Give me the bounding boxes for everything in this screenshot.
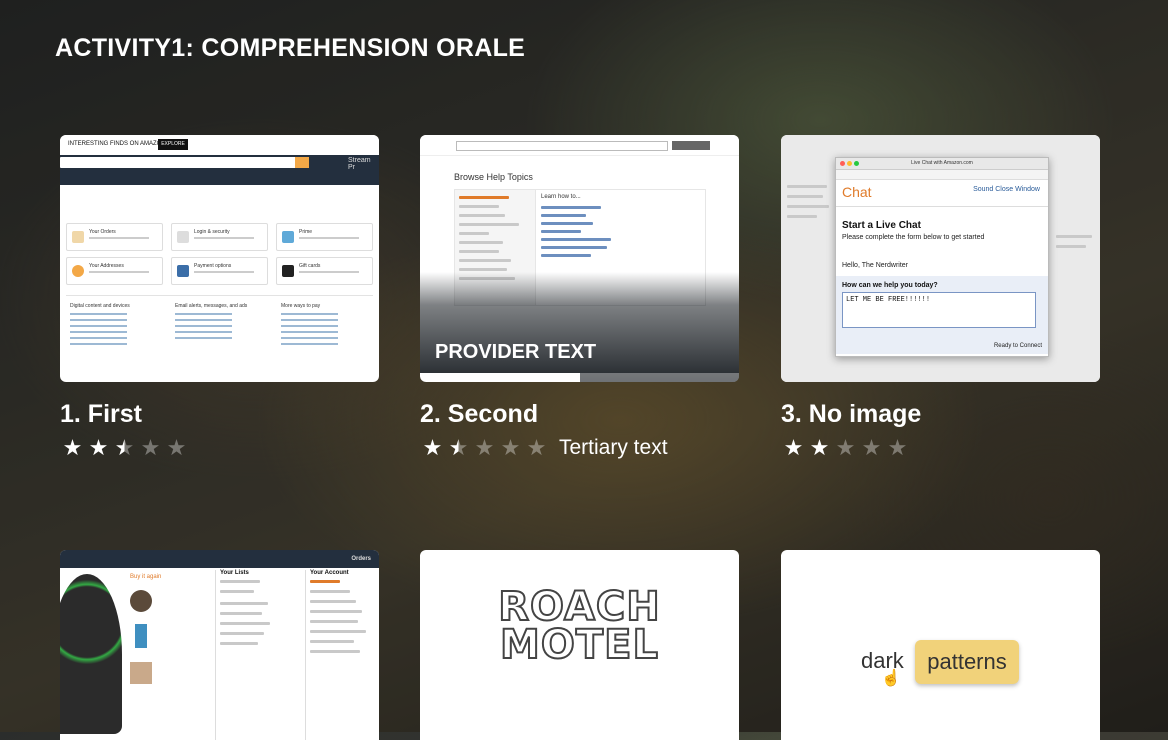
tile-orders: Your Orders: [66, 223, 163, 251]
chat-status: Ready to Connect: [993, 343, 1042, 349]
star-icon: ★: [783, 435, 804, 460]
explore-label: EXPLORE: [158, 139, 188, 150]
chat-question: How can we help you today?: [842, 282, 938, 289]
provider-text: PROVIDER TEXT: [435, 341, 597, 363]
chat-links: Sound Close Window: [973, 186, 1040, 193]
card-meta: ★ ★ ★ ★ ★ Tertiary text: [420, 435, 739, 461]
card-thumbnail[interactable]: INTERESTING FINDS ON AMAZON EXPLORE Stre…: [60, 135, 379, 382]
star-icon: ★: [474, 435, 495, 460]
section-pay: More ways to pay: [281, 303, 376, 349]
progress-bar: [420, 373, 739, 382]
star-icon: ★: [835, 435, 856, 460]
chat-heading: Start a Live Chat: [842, 220, 921, 231]
star-rating: ★ ★ ★ ★ ★: [60, 435, 189, 461]
roach-motel-logo: ROACH MOTEL: [497, 584, 661, 668]
card-thumbnail[interactable]: ROACH MOTEL: [420, 550, 739, 740]
chat-subheading: Please complete the form below to get st…: [842, 234, 985, 241]
star-icon: ★: [861, 435, 882, 460]
tile-security: Login & security: [171, 223, 268, 251]
your-lists-heading: Your Lists: [220, 570, 249, 576]
card-first[interactable]: INTERESTING FINDS ON AMAZON EXPLORE Stre…: [60, 135, 379, 461]
tertiary-text: Tertiary text: [559, 436, 668, 459]
go-button: [672, 141, 710, 150]
card-no-image[interactable]: Live Chat with Amazon.com Chat Sound Clo…: [781, 135, 1100, 461]
chat-brand: Chat: [842, 184, 872, 200]
buy-again-heading: Buy it again: [130, 574, 162, 580]
section-email: Email alerts, messages, and ads: [175, 303, 270, 343]
your-account-heading: Your Account: [310, 570, 349, 576]
card-5[interactable]: ROACH MOTEL: [420, 550, 739, 740]
amazon-topbar: INTERESTING FINDS ON AMAZON EXPLORE: [60, 135, 379, 155]
page-title: ACTIVITY1: COMPREHENSION ORALE: [55, 34, 526, 62]
amazon-navbar: Orders: [60, 550, 379, 568]
card-thumbnail[interactable]: Browse Help Topics Learn how to... PROVI…: [420, 135, 739, 382]
chat-greeting: Hello, The Nerdwriter: [842, 262, 909, 269]
tile-payment: Payment options: [171, 257, 268, 285]
chat-message-box: LET ME BE FREE!!!!!!: [842, 292, 1036, 328]
star-icon: ★: [887, 435, 908, 460]
live-chat-window: Live Chat with Amazon.com Chat Sound Clo…: [835, 157, 1049, 357]
card-thumbnail[interactable]: Orders Buy it again Your Lists Your Acco…: [60, 550, 379, 740]
star-icon: ★: [500, 435, 521, 460]
star-rating: ★ ★ ★ ★ ★: [781, 435, 910, 461]
star-icon: ★: [422, 435, 443, 460]
card-4[interactable]: Orders Buy it again Your Lists Your Acco…: [60, 550, 379, 740]
help-heading: Browse Help Topics: [454, 172, 533, 182]
amazon-search-bar: [60, 157, 308, 168]
patterns-button: patterns: [915, 640, 1019, 684]
star-icon: ★: [88, 435, 109, 460]
hand-cursor-icon: ☝: [881, 670, 901, 687]
star-icon: ★: [140, 435, 161, 460]
star-icon: ★: [809, 435, 830, 460]
window-title: Live Chat with Amazon.com: [911, 160, 973, 166]
echo-device-image: [60, 574, 122, 734]
search-icon: [295, 157, 309, 168]
card-title[interactable]: 1. First: [60, 400, 379, 429]
star-icon: ★: [166, 435, 187, 460]
card-title[interactable]: 3. No image: [781, 400, 1100, 429]
tile-giftcards: Gift cards: [276, 257, 373, 285]
star-rating: ★ ★ ★ ★ ★: [420, 435, 549, 461]
prime-label: Stream Pr: [348, 157, 371, 171]
section-digital: Digital content and devices: [70, 303, 165, 349]
url-bar: [836, 170, 1048, 180]
thumbnail-gradient: [420, 272, 739, 382]
card-6[interactable]: dark patterns ☝: [781, 550, 1100, 740]
topbar-text: INTERESTING FINDS ON AMAZON: [68, 141, 166, 147]
help-header: [420, 135, 739, 156]
card-second[interactable]: Browse Help Topics Learn how to... PROVI…: [420, 135, 739, 461]
tile-prime: Prime: [276, 223, 373, 251]
progress-fill: [420, 373, 580, 382]
card-thumbnail[interactable]: dark patterns ☝: [781, 550, 1100, 740]
card-title[interactable]: 2. Second: [420, 400, 739, 429]
card-meta: ★ ★ ★ ★ ★: [60, 435, 379, 461]
tile-addresses: Your Addresses: [66, 257, 163, 285]
card-meta: ★ ★ ★ ★ ★: [781, 435, 1100, 461]
help-search: [456, 141, 668, 151]
star-icon: ★: [446, 435, 471, 461]
card-thumbnail[interactable]: Live Chat with Amazon.com Chat Sound Clo…: [781, 135, 1100, 382]
star-icon: ★: [112, 435, 137, 461]
star-icon: ★: [62, 435, 83, 460]
star-icon: ★: [526, 435, 547, 460]
